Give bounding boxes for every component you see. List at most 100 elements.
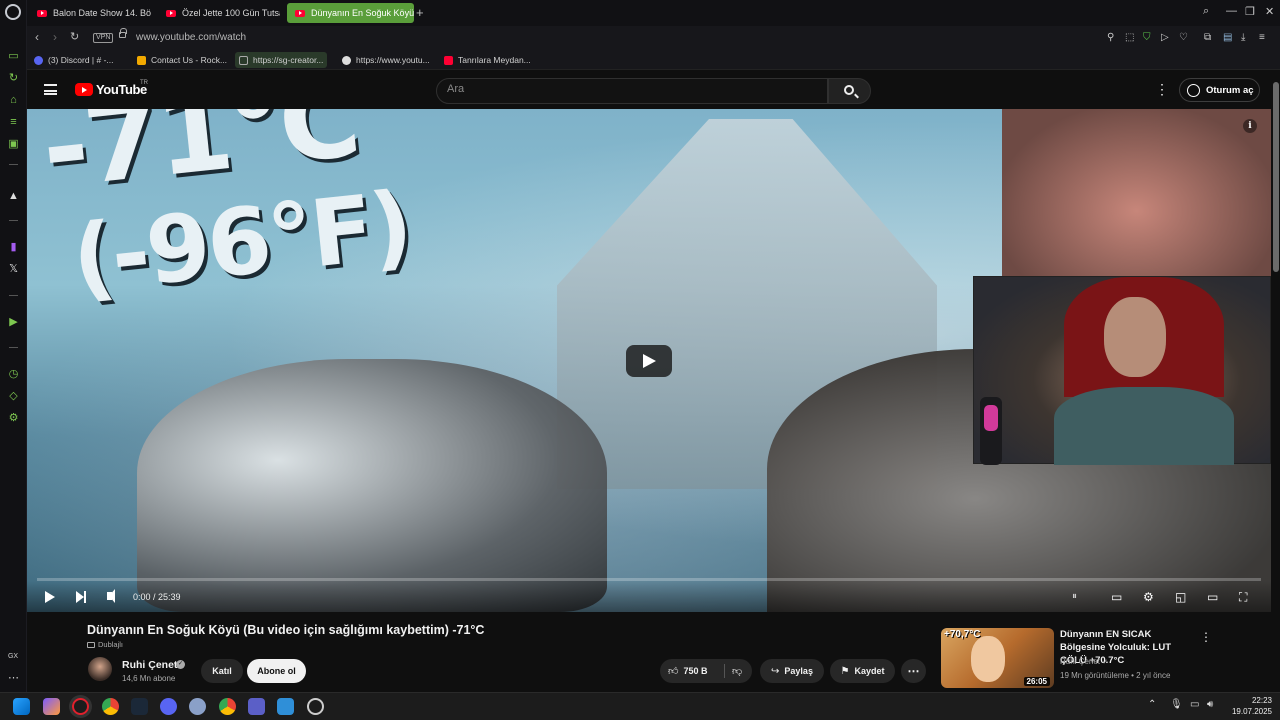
chrome-icon[interactable] [102, 698, 119, 715]
heart-icon[interactable]: ♡ [1179, 32, 1188, 43]
news-icon[interactable]: ≡ [7, 116, 20, 129]
downloads-icon[interactable]: ⤓ [1241, 32, 1245, 43]
settings-gear-icon[interactable]: ⚙ [1143, 590, 1154, 604]
opera-gx-taskbar-icon[interactable] [72, 698, 89, 715]
vpn-badge[interactable]: VPN [93, 33, 114, 43]
channel-avatar[interactable] [88, 657, 112, 681]
bookmark-discord[interactable]: (3) Discord | # ‑... [30, 52, 118, 68]
snapshot-icon[interactable]: ⬚ [1125, 32, 1134, 43]
photos-icon[interactable] [277, 698, 294, 715]
windows-start-icon[interactable] [13, 698, 30, 715]
teams-icon[interactable] [248, 698, 265, 715]
tab-balon-date-show[interactable]: Balon Date Show 14. Bölüm [29, 3, 151, 23]
new-tab-button[interactable]: + [416, 5, 424, 20]
webcam-overlay [973, 276, 1271, 465]
tab-dunyanin-en-soguk-koyu[interactable]: Dünyanın En Soğuk Köyü [287, 3, 414, 23]
play-icon[interactable] [45, 591, 55, 603]
player-send-icon[interactable]: ▷ [1161, 32, 1169, 43]
adblock-shield-icon[interactable]: ⛉ [1143, 32, 1151, 43]
obs-icon[interactable] [307, 698, 324, 715]
volume-tray-icon[interactable]: 🔊︎ [1207, 699, 1213, 710]
copilot-icon[interactable] [43, 698, 60, 715]
easy-setup-icon[interactable]: ≡ [1259, 32, 1265, 43]
subscribe-button[interactable]: Abone ol [247, 659, 306, 683]
minimize-button[interactable]: — [1226, 5, 1237, 17]
fullscreen-icon[interactable]: ⛶ [1239, 590, 1247, 604]
bookmark-youtube-link[interactable]: https://www.youtu... [338, 52, 434, 68]
autoplay-toggle-icon[interactable]: ⏸ [1072, 590, 1077, 604]
share-button[interactable]: ↪ Paylaş [760, 659, 824, 683]
history-icon[interactable]: ◷ [7, 368, 20, 381]
video-player[interactable]: -71°C (-96°F) i 0:00 / 25:39 ⏸ ▭ ⚙ ◱ ▭ ⛶ [27, 109, 1271, 612]
search-tabs-icon[interactable]: ⌕ [1203, 5, 1209, 18]
more-actions-button[interactable]: ⋯ [901, 659, 926, 683]
like-button[interactable]: 👍︎ 750 B 👎︎ [660, 659, 752, 683]
twitch-icon[interactable]: ▮ [7, 241, 20, 254]
reload-button[interactable]: ↻ [70, 30, 79, 43]
share-arrow-icon: ↪ [771, 665, 780, 677]
info-icon[interactable]: i [1243, 119, 1257, 133]
extensions-icon[interactable]: ◇ [7, 390, 20, 403]
search-input[interactable] [447, 83, 817, 95]
network-icon[interactable]: ▭ [1190, 699, 1199, 710]
microphone-tray-icon[interactable]: 🎙︎ [1170, 699, 1183, 710]
windows-taskbar: ⌃ 🎙︎ ▭ 🔊︎ 22:23 19.07.2025 [0, 692, 1280, 720]
extensions-puzzle-icon[interactable]: ⧉ [1204, 32, 1211, 43]
related-channel-name[interactable]: Ruhi Çenet ✓ [1060, 657, 1108, 666]
extension-icon[interactable]: ▲ [7, 190, 20, 203]
bookmark-sg-creator[interactable]: https://sg-creator... [235, 52, 328, 68]
subtitles-icon[interactable]: ▭ [1111, 590, 1122, 604]
tray-chevron-icon[interactable]: ⌃ [1148, 699, 1156, 710]
profile-avatar-icon[interactable]: ▤ [1223, 32, 1232, 43]
page-scrollbar[interactable] [1272, 70, 1280, 692]
sign-in-button[interactable]: Oturum aç [1179, 78, 1260, 102]
more-icon[interactable]: ⋯ [7, 672, 20, 685]
app-icon[interactable] [189, 698, 206, 715]
gx-control-icon[interactable]: ▭ [7, 50, 20, 63]
maximize-button[interactable]: ❐ [1245, 5, 1255, 18]
player-icon[interactable]: ▶ [7, 316, 20, 329]
related-video-meta: 19 Mn görüntüleme • 2 yıl önce [1060, 671, 1171, 680]
lock-icon[interactable] [119, 28, 127, 38]
thumbs-down-icon[interactable]: 👎︎ [732, 665, 742, 677]
opera-gx-logo-icon[interactable] [5, 4, 21, 20]
big-play-button[interactable] [626, 345, 672, 377]
x-twitter-icon[interactable]: 𝕏 [7, 263, 20, 276]
messenger-icon[interactable]: ▣ [7, 138, 20, 151]
tab-bar: Balon Date Show 14. Bölüm Özel Jette 100… [27, 0, 1280, 26]
url-field[interactable]: www.youtube.com/watch [136, 32, 246, 43]
save-button[interactable]: ⚑ Kaydet [830, 659, 895, 683]
settings-icon[interactable]: ⚙ [7, 412, 20, 425]
back-button[interactable]: ‹ [35, 30, 39, 44]
pin-icon[interactable]: ⚲ [1107, 32, 1114, 43]
channel-name[interactable]: Ruhi Çenet [122, 659, 177, 671]
chrome-profile-icon[interactable] [219, 698, 236, 715]
related-video-thumbnail[interactable]: +70,7°C 26:05 [941, 628, 1054, 688]
gx-corner-icon[interactable]: ⌂ [7, 94, 20, 107]
bookmark-tanrilara-meydan[interactable]: Tanrılara Meydan... [440, 52, 535, 68]
tab-ozel-jette[interactable]: Özel Jette 100 Gün Tutsak [158, 3, 280, 23]
settings-more-icon[interactable]: ⋮ [1155, 82, 1169, 96]
search-button[interactable] [828, 78, 871, 104]
subscriber-count: 14,6 Mn abone [122, 674, 176, 683]
search-box [436, 78, 828, 104]
system-clock[interactable]: 22:23 19.07.2025 [1224, 695, 1272, 717]
steam-icon[interactable] [131, 698, 148, 715]
related-more-icon[interactable]: ⋮ [1200, 630, 1212, 644]
dubbed-badge: Dublajlı [87, 640, 123, 649]
discord-taskbar-icon[interactable] [160, 698, 177, 715]
join-button[interactable]: Katıl [201, 659, 243, 683]
bookmarks-bar: (3) Discord | # ‑... Contact Us - Rock..… [27, 50, 1280, 70]
menu-icon[interactable] [44, 84, 57, 95]
forward-button[interactable]: › [53, 30, 57, 44]
next-icon[interactable] [76, 591, 86, 603]
scrollbar-thumb[interactable] [1273, 82, 1279, 272]
close-window-button[interactable]: ✕ [1265, 5, 1274, 18]
miniplayer-icon[interactable]: ◱ [1175, 590, 1186, 604]
theater-mode-icon[interactable]: ▭ [1207, 590, 1218, 604]
gx-cleaner-icon[interactable]: ↻ [7, 72, 20, 85]
youtube-logo-icon[interactable] [75, 83, 93, 96]
bookmark-rockstar[interactable]: Contact Us - Rock... [133, 52, 231, 68]
gx-label: GX [7, 653, 19, 660]
volume-icon[interactable] [107, 589, 115, 603]
